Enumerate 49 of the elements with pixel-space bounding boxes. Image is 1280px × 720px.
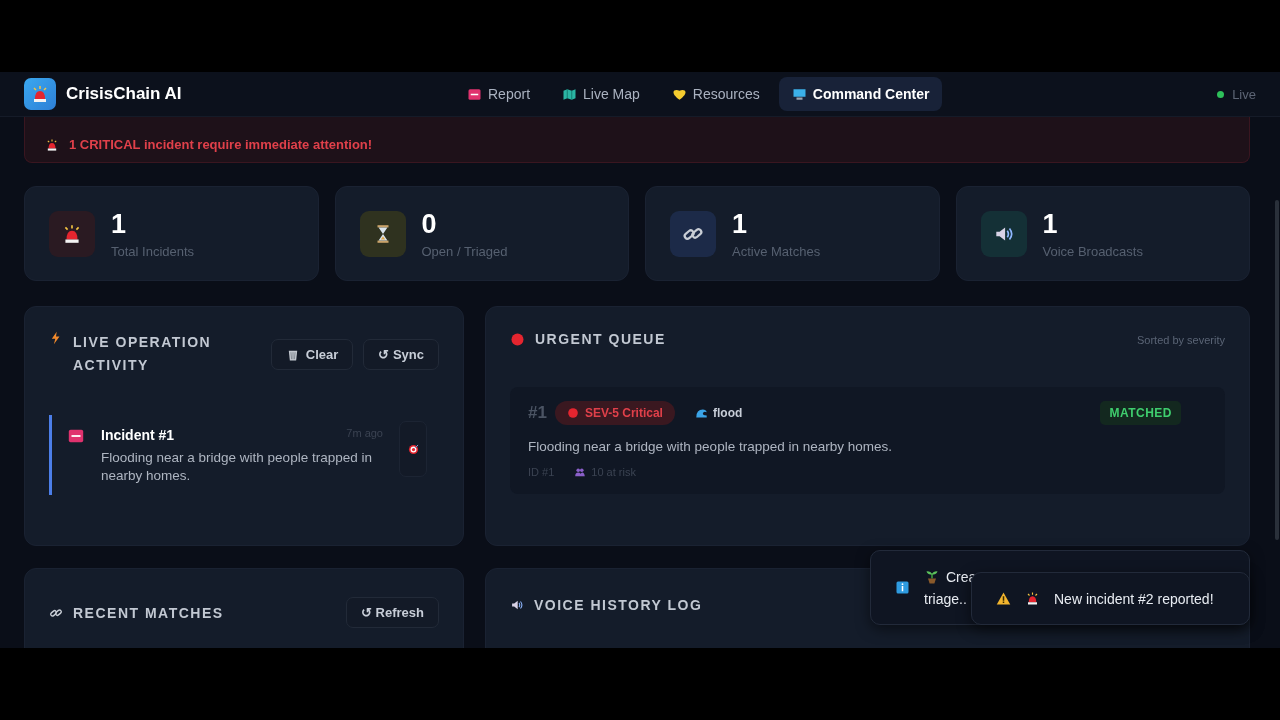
nav-tab[interactable]: Command Center [778, 77, 943, 111]
scrollbar[interactable] [1275, 200, 1279, 540]
stat-value: 1 [111, 208, 128, 240]
map-icon [562, 86, 578, 102]
panel-title: VOICE HISTORY LOG [534, 597, 703, 613]
emergency-icon [67, 427, 85, 445]
status-label: Live [1232, 86, 1256, 102]
people-icon [574, 466, 587, 478]
speaker-icon [510, 598, 524, 612]
stat-value: 1 [1042, 208, 1059, 240]
app-title: CrisisChain AI [66, 84, 182, 104]
nav-tab[interactable]: Resources [658, 77, 773, 111]
sprout-icon [924, 568, 940, 585]
sort-note: Sorted by severity [1136, 334, 1225, 346]
stat-label: Active Matches [732, 243, 821, 259]
stat-value: 1 [732, 208, 749, 240]
stat-label: Voice Broadcasts [1042, 243, 1143, 259]
status-badge: MATCHED [1100, 401, 1181, 425]
queue-rank: #1 [528, 403, 547, 423]
panel-title: LIVE OPERATION ACTIVITY [73, 333, 213, 375]
alert-text: 1 CRITICAL incident require immediate attention! [69, 137, 373, 152]
panel-button[interactable]: Clear [270, 339, 354, 370]
incident-title: Incident #1 [101, 427, 175, 443]
incident-description: Flooding near a bridge with people trapped in nearby homes. [528, 439, 893, 454]
refresh-button[interactable]: ↺ Refresh [345, 597, 439, 628]
stat-value: 0 [421, 208, 438, 240]
severity-badge: SEV-5 Critical [554, 401, 675, 425]
incident-description: Flooding near a bridge with people trapped in nearby homes. [101, 449, 373, 485]
toast-text: New incident #2 reported! [1054, 590, 1214, 607]
siren-icon [1025, 591, 1040, 606]
panel-title: URGENT QUEUE [535, 331, 666, 347]
target-icon [406, 442, 420, 456]
panel-button[interactable]: ↺ Sync [363, 339, 439, 370]
nav-tab[interactable]: Report [454, 77, 544, 111]
severity-dot-icon [566, 407, 579, 419]
severity-dot-icon [510, 331, 525, 347]
siren-icon [30, 84, 50, 104]
emergency-icon [467, 86, 482, 102]
stat-label: Open / Triaged [421, 243, 508, 259]
panel-title: RECENT MATCHES [73, 604, 224, 621]
incident-type: flood [694, 406, 743, 420]
info-icon [895, 580, 910, 595]
toast-text: triage.. [924, 590, 968, 607]
stat-label: Total Incidents [111, 243, 195, 259]
monitor-icon [791, 86, 807, 102]
nav-tab[interactable]: Live Map [549, 77, 653, 111]
locate-button[interactable] [399, 421, 427, 477]
warning-icon [996, 591, 1011, 606]
siren-icon [45, 137, 59, 152]
